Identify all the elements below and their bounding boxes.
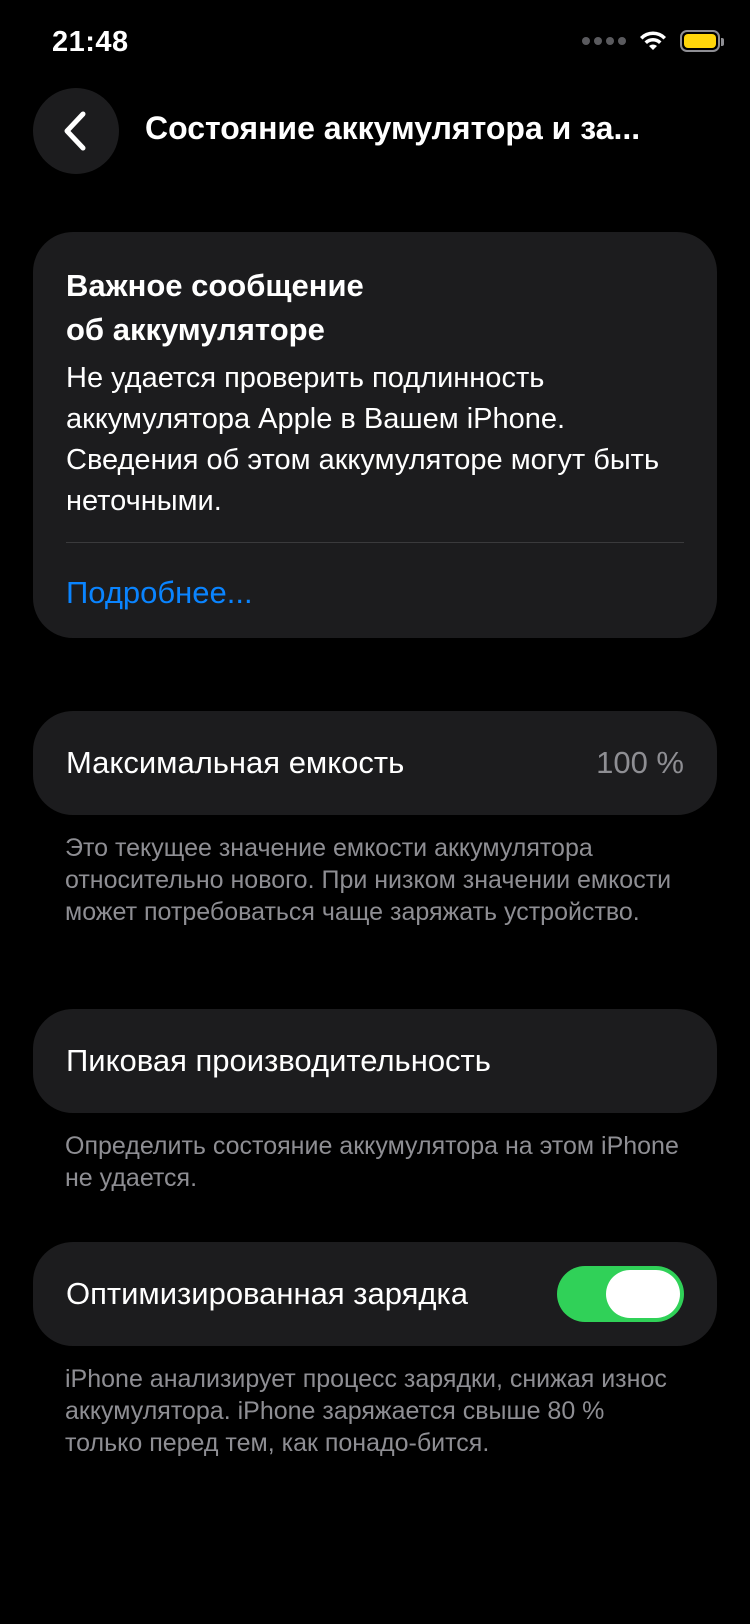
alert-body: Не удается проверить подлинность аккумул… — [66, 362, 660, 517]
battery-level — [684, 34, 716, 48]
learn-more-link[interactable]: Подробнее... — [66, 575, 253, 611]
alert-title-line: об аккумуляторе — [66, 312, 325, 347]
peak-performance-label: Пиковая производительность — [66, 1043, 491, 1078]
optimized-charging-row: Оптимизированная зарядка — [33, 1242, 717, 1346]
optimized-charging-footnote: iPhone анализирует процесс зарядки, сниж… — [65, 1365, 667, 1457]
battery-alert-card: Важное сообщение об аккумуляторе Не удае… — [33, 232, 717, 638]
max-capacity-label: Максимальная емкость — [66, 745, 405, 780]
max-capacity-value: 100 % — [596, 745, 684, 780]
chevron-left-icon — [64, 111, 86, 151]
alert-title: Важное сообщение об аккумуляторе — [66, 264, 684, 352]
optimized-charging-toggle[interactable] — [557, 1266, 684, 1322]
battery-icon — [680, 30, 724, 52]
optimized-charging-label: Оптимизированная зарядка — [66, 1276, 469, 1311]
back-button[interactable] — [33, 88, 119, 174]
peak-performance-footnote: Определить состояние аккумулятора на это… — [65, 1132, 679, 1192]
wifi-icon — [640, 31, 666, 50]
status-bar: 21:48 — [0, 0, 750, 90]
page-title: Состояние аккумулятора и за... — [145, 110, 641, 146]
max-capacity-row: Максимальная емкость 100 % — [33, 711, 717, 815]
max-capacity-footnote: Это текущее значение емкости аккумулятор… — [65, 834, 672, 926]
cellular-signal-icon — [582, 37, 626, 45]
divider — [66, 542, 684, 543]
peak-performance-row: Пиковая производительность — [33, 1009, 717, 1113]
toggle-knob — [606, 1270, 680, 1318]
alert-title-line: Важное сообщение — [66, 268, 364, 303]
status-icons — [582, 30, 724, 52]
status-time: 21:48 — [52, 26, 129, 58]
